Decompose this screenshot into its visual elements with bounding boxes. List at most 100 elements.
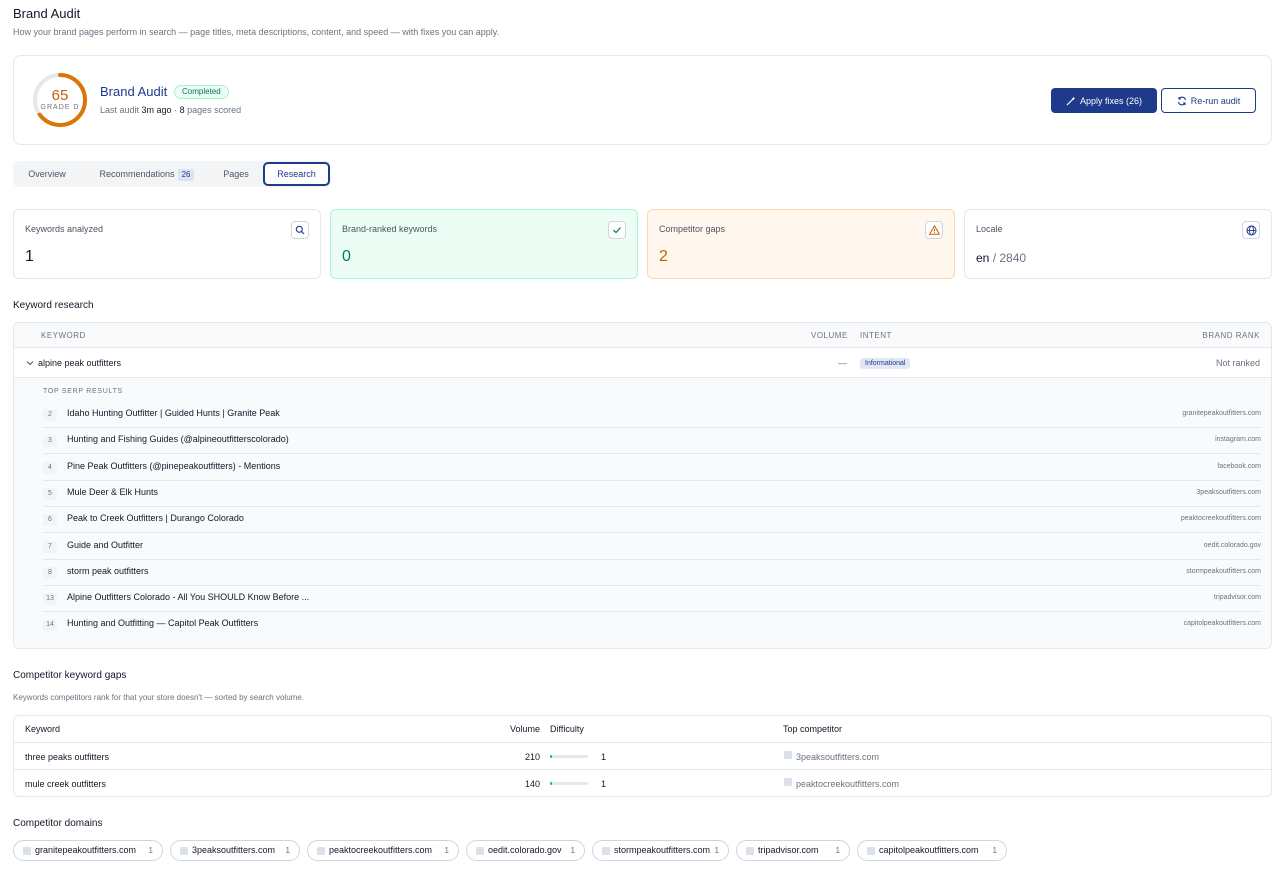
serp-rank: 5 (43, 487, 57, 500)
serp-result-row[interactable]: 5 Mule Deer & Elk Hunts 3peaksoutfitters.c… (43, 481, 1261, 507)
competitor-gaps-subtitle: Keywords competitors rank for that your … (13, 693, 304, 702)
serp-title[interactable]: Guide and Outfitter (67, 540, 143, 550)
pages-label: pages scored (187, 105, 242, 115)
serp-rank: 4 (43, 461, 57, 474)
tab-recommendations[interactable]: Recommendations 26 (85, 161, 209, 187)
serp-result-row[interactable]: 6 Peak to Creek Outfitters | Durango Colo… (43, 507, 1261, 534)
serp-result-row[interactable]: 8 storm peak outfitters stormpeakoutfitter… (43, 560, 1261, 586)
apply-fixes-label: Apply fixes (26) (1079, 95, 1143, 106)
serp-title[interactable]: Alpine Outfitters Colorado - All You SHO… (67, 592, 309, 602)
serp-result-row[interactable]: 14 Hunting and Outfitting — Capitol Peak … (43, 612, 1261, 638)
serp-title[interactable]: Idaho Hunting Outfitter | Guided Hunts |… (67, 408, 280, 418)
favicon-icon (180, 847, 188, 855)
domain-chip[interactable]: tripadvisor.com 1 (736, 840, 850, 861)
separator: · (174, 105, 178, 115)
gap-keyword: three peaks outfitters (25, 752, 110, 762)
last-audit-ago: 3m ago (141, 105, 172, 115)
serp-rank: 13 (43, 593, 57, 606)
serp-result-row[interactable]: 3 Hunting and Fishing Guides (@alpineoutf… (43, 428, 1261, 455)
tab-pages[interactable]: Pages (213, 161, 259, 187)
header-volume: Volume (509, 724, 540, 734)
stat-label: Keywords analyzed (25, 224, 104, 234)
chip-count: 1 (285, 846, 290, 855)
tab-recommendations-label: Recommendations (99, 169, 175, 179)
serp-rank: 2 (43, 409, 57, 421)
table-row[interactable]: mule creek outfitters 140 1 peaktocreeko… (14, 770, 1271, 796)
gap-difficulty: 1 (601, 752, 607, 762)
domain-chip[interactable]: 3peaksoutfitters.com 1 (170, 840, 300, 861)
chip-count: 1 (570, 846, 575, 855)
serp-domain: capitolpeakoutfitters.com (1183, 620, 1261, 628)
tab-bar: Overview Recommendations 26 Pages Researc… (13, 161, 331, 187)
keyword-row[interactable]: alpine peak outfitters — Informational N… (14, 348, 1271, 378)
audit-summary-card: 65 GRADE D Brand Audit Completed Last au… (13, 55, 1272, 145)
rerun-audit-label: Re-run audit (1190, 95, 1241, 106)
favicon-icon (317, 847, 325, 855)
serp-title[interactable]: Mule Deer & Elk Hunts (67, 487, 158, 497)
favicon-icon (23, 847, 31, 855)
serp-result-row[interactable]: 2 Idaho Hunting Outfitter | Guided Hunts … (43, 402, 1261, 428)
serp-domain: stormpeakoutfitters.com (1186, 567, 1261, 575)
audit-name: Brand Audit (100, 84, 168, 99)
apply-fixes-button[interactable]: Apply fixes (26) (1051, 88, 1157, 113)
serp-title[interactable]: Hunting and Fishing Guides (@alpineoutfi… (67, 434, 289, 444)
tab-overview[interactable]: Overview (13, 161, 81, 187)
gap-competitor[interactable]: peaktocreekoutfitters.com (796, 779, 899, 789)
domain-chip[interactable]: oedit.colorado.gov 1 (466, 840, 585, 861)
stat-value: 2 (659, 248, 668, 265)
favicon-icon (784, 778, 792, 786)
rerun-audit-button[interactable]: Re-run audit (1161, 88, 1256, 113)
globe-icon (1242, 221, 1260, 239)
warning-icon (925, 221, 943, 239)
serp-rank: 3 (43, 435, 57, 448)
serp-title[interactable]: Hunting and Outfitting — Capitol Peak Ou… (67, 618, 258, 628)
score-value: 65 (51, 87, 69, 104)
intent-badge: Informational (860, 358, 911, 369)
recommendations-count-badge: 26 (177, 169, 195, 181)
header-top-competitor: Top competitor (783, 724, 843, 734)
difficulty-bar (550, 782, 588, 785)
status-badge: Completed (174, 85, 229, 99)
chip-domain: stormpeakoutfitters.com (614, 845, 711, 855)
serp-result-row[interactable]: 7 Guide and Outfitter oedit.colorado.gov (43, 534, 1261, 560)
locale-value: en / 2840 (976, 251, 1026, 265)
page-subtitle: How your brand pages perform in search —… (13, 27, 500, 37)
domain-chip[interactable]: peaktocreekoutfitters.com 1 (307, 840, 459, 861)
chevron-down-icon[interactable] (26, 360, 34, 366)
tab-pages-label: Pages (223, 169, 249, 179)
serp-result-row[interactable]: 13 Alpine Outfitters Colorado - All You S… (43, 586, 1261, 613)
stat-value: 1 (25, 248, 34, 265)
chip-domain: capitolpeakoutfitters.com (879, 845, 979, 855)
brand-rank: Not ranked (1215, 358, 1260, 368)
serp-rank: 7 (43, 540, 57, 553)
serp-title[interactable]: Peak to Creek Outfitters | Durango Color… (67, 513, 244, 523)
domain-chip[interactable]: capitolpeakoutfitters.com 1 (857, 840, 1007, 861)
tab-research[interactable]: Research (263, 162, 330, 186)
table-row[interactable]: three peaks outfitters 210 1 3peaksoutfi… (14, 743, 1271, 770)
chip-domain: oedit.colorado.gov (488, 845, 562, 855)
favicon-icon (867, 847, 875, 855)
serp-title[interactable]: storm peak outfitters (67, 566, 149, 576)
keyword-research-title: Keyword research (13, 300, 94, 311)
chip-domain: granitepeakoutfitters.com (35, 845, 137, 855)
last-audit-info: Last audit 3m ago · 8 pages scored (100, 105, 241, 115)
chip-domain: peaktocreekoutfitters.com (329, 845, 433, 855)
favicon-icon (746, 847, 754, 855)
magic-wand-icon (1066, 96, 1076, 105)
serp-result-row[interactable]: 4 Pine Peak Outfitters (@pinepeakoutfitte… (43, 455, 1261, 481)
serp-rank: 14 (43, 619, 57, 632)
favicon-icon (476, 847, 484, 855)
stat-label: Brand-ranked keywords (342, 224, 438, 234)
domain-chip[interactable]: stormpeakoutfitters.com 1 (592, 840, 729, 861)
stat-label: Competitor gaps (659, 224, 726, 234)
chip-domain: tripadvisor.com (758, 845, 819, 855)
serp-domain: peaktocreekoutfitters.com (1180, 515, 1261, 523)
check-icon (608, 221, 626, 239)
difficulty-fill (550, 782, 552, 785)
serp-domain: oedit.colorado.gov (1203, 541, 1261, 549)
domain-chip[interactable]: granitepeakoutfitters.com 1 (13, 840, 163, 861)
refresh-icon (1177, 96, 1186, 105)
page-title: Brand Audit (13, 6, 81, 21)
serp-title[interactable]: Pine Peak Outfitters (@pinepeakoutfitter… (67, 461, 280, 471)
gap-competitor[interactable]: 3peaksoutfitters.com (796, 752, 879, 762)
